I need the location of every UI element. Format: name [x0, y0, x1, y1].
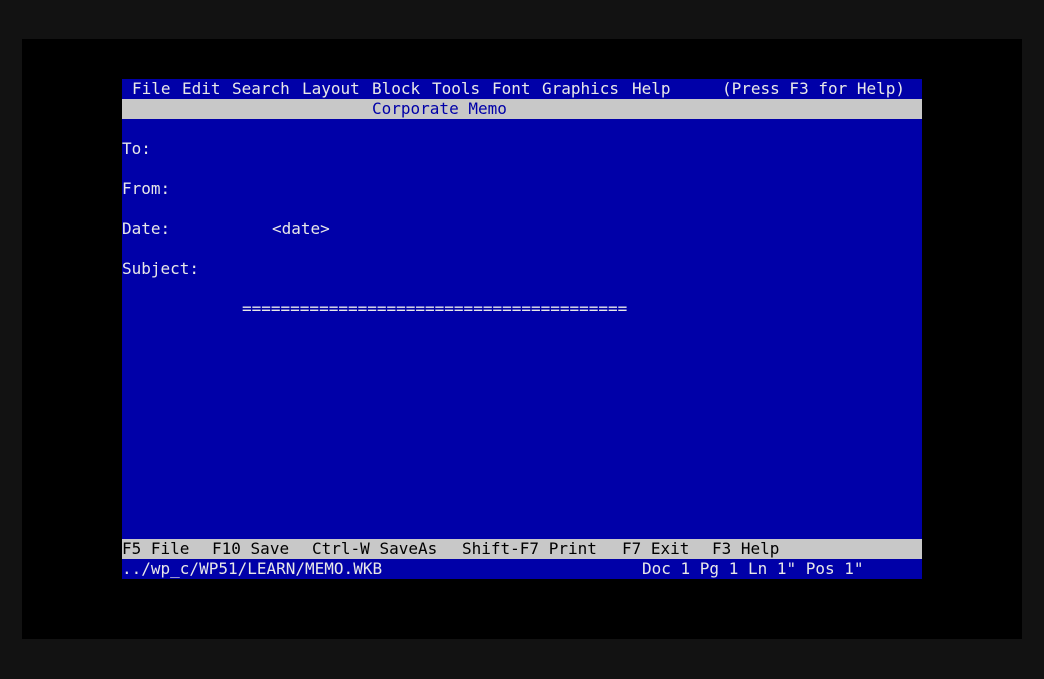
menu-edit[interactable]: Edit	[182, 79, 221, 99]
menu-tools[interactable]: Tools	[432, 79, 480, 99]
menu-file[interactable]: File	[132, 79, 171, 99]
memo-subject-line[interactable]: Subject:	[122, 259, 922, 279]
fkey-label: Help	[740, 539, 780, 558]
fkey-f10-save[interactable]: F10 Save	[212, 539, 289, 559]
fkey-key: Shift-F7	[462, 539, 540, 558]
status-bar: ../wp_c/WP51/LEARN/MEMO.WKB Doc 1 Pg 1 L…	[122, 559, 922, 579]
fkey-f7-exit[interactable]: F7 Exit	[622, 539, 689, 559]
menu-layout[interactable]: Layout	[302, 79, 360, 99]
fkey-ctrlw-saveas[interactable]: Ctrl-W SaveAs	[312, 539, 437, 559]
menu-font[interactable]: Font	[492, 79, 531, 99]
fkey-label: File	[150, 539, 190, 558]
cursor-position: Doc 1 Pg 1 Ln 1" Pos 1"	[642, 559, 864, 578]
fkey-label: Save	[250, 539, 290, 558]
wordperfect-screen[interactable]: File Edit Search Layout Block Tools Font…	[122, 79, 922, 579]
menu-graphics[interactable]: Graphics	[542, 79, 619, 99]
memo-date-value: <date>	[272, 219, 330, 238]
memo-from-label: From:	[122, 179, 171, 198]
menu-help[interactable]: Help	[632, 79, 671, 99]
fkey-shiftf7-print[interactable]: Shift-F7 Print	[462, 539, 597, 559]
terminal-window: File Edit Search Layout Block Tools Font…	[22, 39, 1022, 639]
function-key-bar: F5 File F10 Save Ctrl-W SaveAs Shift-F7 …	[122, 539, 922, 559]
memo-date-line[interactable]: Date: <date>	[122, 219, 922, 239]
file-path: ../wp_c/WP51/LEARN/MEMO.WKB	[122, 559, 383, 578]
memo-separator: ========================================	[242, 299, 628, 318]
fkey-label: Exit	[650, 539, 690, 558]
menu-search[interactable]: Search	[232, 79, 290, 99]
help-hint: (Press F3 for Help)	[722, 79, 906, 98]
fkey-key: F7	[622, 539, 642, 558]
memo-separator-line: ========================================	[122, 299, 922, 319]
memo-to-line[interactable]: To:	[122, 139, 922, 159]
fkey-label: SaveAs	[379, 539, 438, 558]
fkey-key: F10	[212, 539, 241, 558]
fkey-key: F5	[122, 539, 142, 558]
fkey-label: Print	[548, 539, 597, 558]
menu-block[interactable]: Block	[372, 79, 420, 99]
fkey-f3-help[interactable]: F3 Help	[712, 539, 779, 559]
memo-subject-label: Subject:	[122, 259, 200, 278]
memo-from-line[interactable]: From:	[122, 179, 922, 199]
memo-date-label: Date:	[122, 219, 171, 238]
memo-to-label: To:	[122, 139, 151, 158]
fkey-key: Ctrl-W	[312, 539, 370, 558]
fkey-f5-file[interactable]: F5 File	[122, 539, 189, 559]
document-title-bar: Corporate Memo	[122, 99, 922, 119]
menu-bar: File Edit Search Layout Block Tools Font…	[122, 79, 922, 99]
document-title: Corporate Memo	[372, 99, 507, 118]
fkey-key: F3	[712, 539, 732, 558]
